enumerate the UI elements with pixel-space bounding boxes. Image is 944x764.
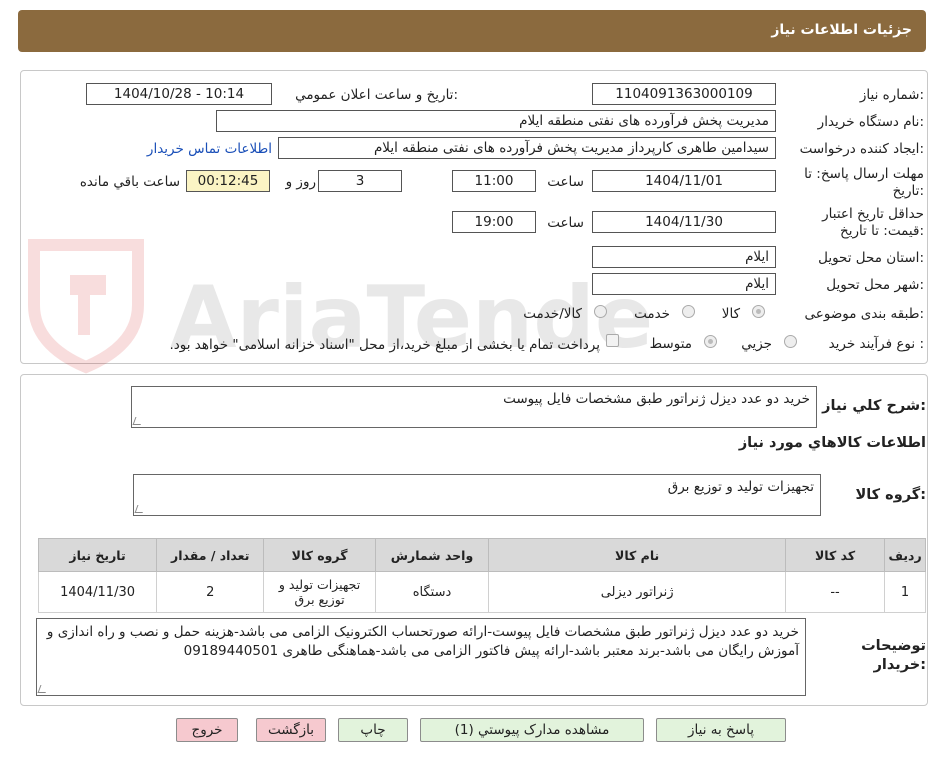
page-header: جزئیات اطلاعات نیاز [18,10,926,52]
province-label: استان محل تحویل: [818,250,924,266]
days-label: روز و [285,174,316,190]
resize-grip-icon [132,417,144,425]
cell-group: تجهیزات تولید و توزیع برق [263,571,376,613]
buyer-notes-text: خرید دو عدد دیزل ژنراتور طبق مشخصات فایل… [46,624,799,659]
resize-grip-icon [37,685,49,693]
creator-label: ایجاد کننده درخواست: [799,141,924,157]
col-unit-header: واحد شمارش [374,538,490,572]
print-button[interactable]: چاپ [338,718,408,742]
back-button[interactable]: بازگشت [256,718,326,742]
cell-date: 1404/11/30 [37,571,158,613]
items-table: ردیف کد کالا نام کالا واحد شمارش گروه کا… [37,538,926,613]
buyer-contact-link[interactable]: اطلاعات تماس خریدار [147,141,272,157]
category-label: طبقه بندی موضوعی: [804,306,924,322]
city-field: ایلام [592,273,776,295]
buyer-notes-textarea: خرید دو عدد دیزل ژنراتور طبق مشخصات فایل… [36,618,806,696]
process-medium-radio[interactable] [704,335,717,348]
deadline-time-field: 11:00 [452,170,536,192]
remaining-label: ساعت باقي مانده [79,174,180,190]
city-label: شهر محل تحویل: [826,277,924,293]
cell-code: -- [784,571,886,613]
summary-label: شرح کلي نیاز: [822,398,926,414]
deadline-date-field: 1404/11/01 [592,170,776,192]
cell-qty: 2 [156,571,265,613]
province-field: ایلام [592,246,776,268]
process-minor-label: جزیي [741,336,772,352]
days-field: 3 [318,170,402,192]
goods-info-title: اطلاعات کالاهاي مورد نیاز [738,435,926,451]
creator-field: سیدامین طاهری کارپرداز مدیریت پخش فرآورد… [278,137,776,159]
cell-row: 1 [884,571,926,613]
treasury-payment-note: پرداخت تمام یا بخشی از مبلغ خرید،از محل … [169,337,600,353]
deadline-label: مهلت ارسال پاسخ: تا [804,166,924,182]
buyer-notes-label: توضیحات [861,638,926,654]
validity-time-label: ساعت [547,215,584,231]
table-header-row: ردیف کد کالا نام کالا واحد شمارش گروه کا… [37,538,926,572]
deadline-label-2: تاریخ: [892,183,924,199]
category-goods-label: کالا [721,306,740,322]
resize-grip-icon [134,505,146,513]
validity-label-2: قیمت: تا تاریخ: [839,223,924,239]
col-row-header: ردیف [884,538,926,572]
goods-group-text: تجهیزات تولید و توزیع برق [667,479,814,495]
validity-time-field: 19:00 [452,211,536,233]
remaining-time-field: 00:12:45 [186,170,270,192]
col-name-header: نام کالا [488,538,786,572]
col-qty-header: تعداد / مقدار [156,538,265,572]
need-number-label: شماره نیاز: [859,87,924,103]
category-both-radio[interactable] [594,305,607,318]
col-code-header: کد کالا [784,538,886,572]
validity-label: حداقل تاریخ اعتبار [822,206,924,222]
page-title: جزئیات اطلاعات نیاز [771,22,912,38]
col-group-header: گروه کالا [263,538,376,572]
announce-field: 1404/10/28 - 10:14 [86,83,272,105]
goods-group-label: گروه کالا: [855,487,926,503]
buyer-org-label: نام دستگاه خريدار: [817,114,924,130]
table-row: 1 -- ژنراتور دیزلی دستگاه تجهیزات تولید … [37,571,926,613]
process-minor-radio[interactable] [784,335,797,348]
category-service-radio[interactable] [682,305,695,318]
process-medium-label: متوسط [649,336,692,352]
category-both-label: کالا/خدمت [523,306,582,322]
category-service-label: خدمت [634,306,670,322]
goods-group-textarea: تجهیزات تولید و توزیع برق [133,474,821,516]
buyer-notes-label-2: خریدار: [873,657,926,673]
category-goods-radio[interactable] [752,305,765,318]
reply-button[interactable]: پاسخ به نیاز [656,718,786,742]
summary-text: خرید دو عدد دیزل ژنراتور طبق مشخصات فایل… [503,391,810,407]
treasury-payment-checkbox[interactable] [606,334,619,347]
view-attachments-button[interactable]: مشاهده مدارک پیوستي (1) [420,718,644,742]
buyer-org-field: مدیریت پخش فرآورده های نفتی منطقه ایلام [216,110,776,132]
deadline-time-label: ساعت [547,174,584,190]
validity-date-field: 1404/11/30 [592,211,776,233]
col-date-header: تاریخ نیاز [37,538,158,572]
process-label: نوع فرآیند خرید : [828,336,924,352]
exit-button[interactable]: خروج [176,718,238,742]
summary-textarea: خرید دو عدد دیزل ژنراتور طبق مشخصات فایل… [131,386,817,428]
need-number-field: 1104091363000109 [592,83,776,105]
cell-unit: دستگاه [374,571,490,613]
announce-label: تاریخ و ساعت اعلان عمومي: [295,87,458,103]
cell-name: ژنراتور دیزلی [488,571,786,613]
